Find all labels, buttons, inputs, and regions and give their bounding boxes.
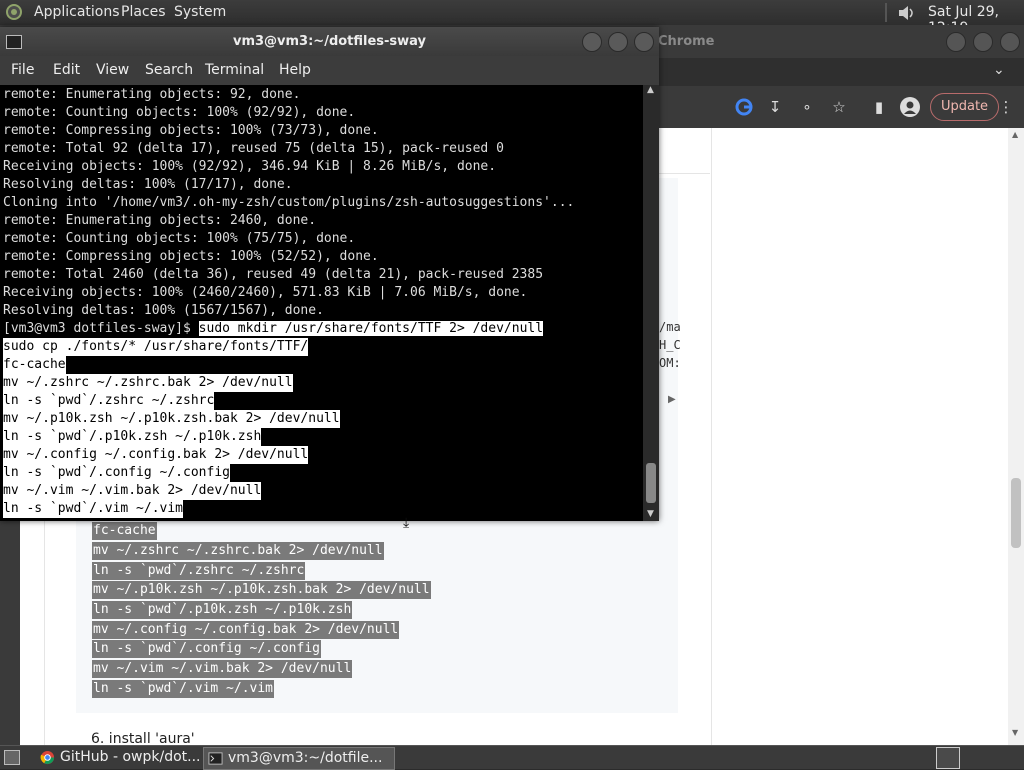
- pasted-command: mv ~/.p10k.zsh ~/.p10k.zsh.bak 2> /dev/n…: [3, 410, 340, 428]
- code-line: mv ~/.zshrc ~/.zshrc.bak 2> /dev/null: [92, 542, 384, 560]
- menu-view[interactable]: View: [96, 62, 129, 78]
- partial-code-text: OM:: [659, 356, 681, 370]
- profile-avatar-icon[interactable]: [900, 97, 920, 117]
- code-line: fc-cache: [92, 522, 157, 540]
- install-app-icon[interactable]: ↧: [765, 97, 785, 117]
- close-button[interactable]: [634, 32, 654, 52]
- partial-code-text: H_C: [659, 338, 681, 352]
- chrome-title: Chrome: [658, 34, 715, 49]
- terminal-line: remote: Total 92 (delta 17), reused 75 (…: [3, 141, 504, 156]
- taskbar-item-chrome[interactable]: GitHub - owpk/dot...: [36, 747, 220, 768]
- pasted-command: mv ~/.vim ~/.vim.bak 2> /dev/null: [3, 482, 262, 500]
- terminal-line: remote: Total 2460 (delta 36), reused 49…: [3, 267, 544, 282]
- terminal-line: Resolving deltas: 100% (1567/1567), done…: [3, 303, 324, 318]
- menu-help[interactable]: Help: [279, 62, 311, 78]
- terminal-line: Resolving deltas: 100% (17/17), done.: [3, 177, 293, 192]
- chrome-icon: [40, 750, 55, 765]
- page-scrollbar[interactable]: ▲ ▼: [1008, 128, 1024, 745]
- doc-border-right: [711, 128, 712, 745]
- terminal-output[interactable]: remote: Enumerating objects: 92, done. r…: [0, 85, 643, 521]
- scroll-up-arrow-icon[interactable]: ▲: [1012, 130, 1018, 139]
- mouse-cursor-icon: ⤓: [403, 515, 410, 531]
- workspace-switcher[interactable]: [936, 747, 960, 769]
- taskbar-item-terminal[interactable]: vm3@vm3:~/dotfile...: [203, 747, 395, 770]
- terminal-line: remote: Enumerating objects: 2460, done.: [3, 213, 317, 228]
- code-line: ln -s `pwd`/.config ~/.config: [92, 640, 321, 658]
- google-lens-icon[interactable]: [734, 97, 754, 117]
- pasted-command: mv ~/.config ~/.config.bak 2> /dev/null: [3, 446, 309, 464]
- code-line: ln -s `pwd`/.p10k.zsh ~/.p10k.zsh: [92, 601, 353, 619]
- terminal-title: vm3@vm3:~/dotfiles-sway: [232, 34, 427, 49]
- terminal-line: remote: Compressing objects: 100% (52/52…: [3, 249, 379, 264]
- terminal-scrollbar[interactable]: ▲ ▼: [643, 85, 659, 521]
- scroll-up-arrow-icon[interactable]: ▲: [647, 85, 654, 95]
- terminal-line: remote: Counting objects: 100% (75/75), …: [3, 231, 356, 246]
- scroll-down-arrow-icon[interactable]: ▼: [1012, 728, 1018, 737]
- terminal-window: vm3@vm3:~/dotfiles-sway File Edit View S…: [0, 27, 659, 521]
- menu-applications[interactable]: Applications: [34, 4, 120, 20]
- menu-places[interactable]: Places: [121, 4, 166, 20]
- terminal-titlebar[interactable]: vm3@vm3:~/dotfiles-sway: [0, 27, 659, 56]
- scroll-down-arrow-icon[interactable]: ▼: [647, 509, 654, 519]
- pasted-command: ln -s `pwd`/.zshrc ~/.zshrc: [3, 392, 215, 410]
- taskbar-item-label: GitHub - owpk/dot...: [60, 749, 201, 765]
- pasted-command: mv ~/.zshrc ~/.zshrc.bak 2> /dev/null: [3, 374, 293, 392]
- menu-system[interactable]: System: [174, 4, 226, 20]
- scroll-right-arrow-icon[interactable]: ▶: [668, 394, 676, 405]
- code-line: ln -s `pwd`/.vim ~/.vim: [92, 680, 275, 698]
- panel-separator: [885, 3, 887, 22]
- top-panel: Applications Places System Sat Jul 29, 1…: [0, 0, 1024, 36]
- pasted-command: ln -s `pwd`/.vim ~/.vim: [3, 500, 184, 518]
- pasted-command: ln -s `pwd`/.config ~/.config: [3, 464, 230, 482]
- gnome-foot-icon[interactable]: [5, 3, 23, 21]
- menu-search[interactable]: Search: [145, 62, 193, 78]
- pasted-command: fc-cache: [3, 356, 66, 374]
- scrollbar-thumb[interactable]: [1011, 478, 1021, 548]
- menu-edit[interactable]: Edit: [53, 62, 80, 78]
- update-button[interactable]: Update: [930, 93, 999, 121]
- code-line: ln -s `pwd`/.zshrc ~/.zshrc: [92, 562, 306, 580]
- terminal-line: remote: Enumerating objects: 92, done.: [3, 87, 301, 102]
- terminal-menubar: File Edit View Search Terminal Help: [0, 56, 659, 85]
- more-options-icon[interactable]: ⋮: [996, 97, 1016, 117]
- menu-terminal[interactable]: Terminal: [205, 62, 264, 78]
- terminal-line: remote: Compressing objects: 100% (73/73…: [3, 123, 379, 138]
- terminal-line: Receiving objects: 100% (2460/2460), 571…: [3, 285, 528, 300]
- pasted-command: sudo cp ./fonts/* /usr/share/fonts/TTF/: [3, 338, 309, 356]
- terminal-line: remote: Counting objects: 100% (92/92), …: [3, 105, 356, 120]
- minimize-button[interactable]: [946, 32, 966, 52]
- side-panel-icon[interactable]: ▮: [869, 97, 889, 117]
- show-desktop-icon[interactable]: [4, 750, 20, 765]
- maximize-button[interactable]: [973, 32, 993, 52]
- code-line: mv ~/.p10k.zsh ~/.p10k.zsh.bak 2> /dev/n…: [92, 581, 431, 599]
- share-icon[interactable]: ∘: [797, 97, 817, 117]
- code-line: mv ~/.config ~/.config.bak 2> /dev/null: [92, 621, 400, 639]
- shell-prompt: [vm3@vm3 dotfiles-sway]$: [3, 321, 199, 336]
- scrollbar-thumb[interactable]: [646, 463, 656, 503]
- bottom-taskbar: GitHub - owpk/dot... vm3@vm3:~/dotfile..…: [0, 745, 1024, 770]
- close-button[interactable]: [1000, 32, 1020, 52]
- pasted-command: sudo mkdir /usr/share/fonts/TTF 2> /dev/…: [198, 321, 544, 336]
- bookmark-star-icon[interactable]: ☆: [829, 97, 849, 117]
- taskbar-item-label: vm3@vm3:~/dotfile...: [228, 750, 383, 766]
- terminal-line: Receiving objects: 100% (92/92), 346.94 …: [3, 159, 497, 174]
- terminal-icon: [208, 752, 223, 765]
- terminal-prompt-line: [vm3@vm3 dotfiles-sway]$ sudo mkdir /usr…: [3, 320, 544, 338]
- menu-file[interactable]: File: [11, 62, 34, 78]
- partial-code-text: /ma: [659, 320, 681, 334]
- maximize-button[interactable]: [608, 32, 628, 52]
- pasted-command: ln -s `pwd`/.p10k.zsh ~/.p10k.zsh: [3, 428, 262, 446]
- minimize-button[interactable]: [582, 32, 602, 52]
- tab-search-chevron-icon[interactable]: ⌄: [993, 62, 1005, 78]
- terminal-line: Cloning into '/home/vm3/.oh-my-zsh/custo…: [3, 195, 575, 210]
- volume-icon[interactable]: [896, 3, 916, 23]
- code-line: mv ~/.vim ~/.vim.bak 2> /dev/null: [92, 660, 353, 678]
